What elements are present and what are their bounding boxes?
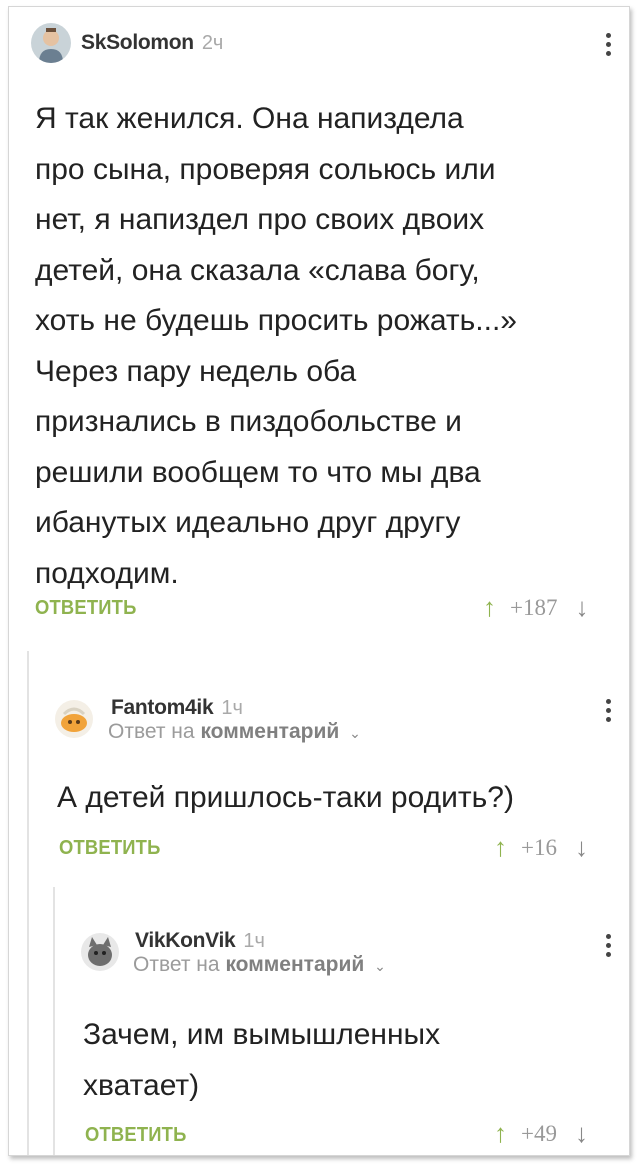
reply-button[interactable]: ОТВЕТИТЬ (35, 597, 137, 620)
more-options-icon[interactable] (605, 699, 611, 722)
chevron-down-icon[interactable]: ⌄ (349, 725, 361, 741)
thread-line[interactable] (53, 887, 55, 1155)
upvote-icon[interactable]: ↑ (483, 592, 496, 623)
rating: ↑ +16 ↓ (494, 832, 588, 863)
comments-panel: SkSolomon 2ч Я так женился. Она напиздел… (8, 6, 630, 1156)
score: +16 (521, 834, 557, 860)
avatar[interactable] (55, 700, 93, 738)
chevron-down-icon[interactable]: ⌄ (374, 958, 386, 974)
reply-to-target[interactable]: комментарий (200, 720, 339, 743)
avatar[interactable] (81, 933, 119, 971)
more-options-icon[interactable] (605, 33, 611, 56)
reply-to-target[interactable]: комментарий (225, 953, 364, 976)
timestamp: 2ч (201, 31, 224, 54)
reply-to-link[interactable]: Ответ на комментарий ⌄ (108, 720, 361, 744)
rating: ↑ +49 ↓ (494, 1118, 588, 1149)
upvote-icon[interactable]: ↑ (494, 832, 507, 863)
reply-button[interactable]: ОТВЕТИТЬ (85, 1124, 187, 1147)
reply-to-prefix: Ответ на (133, 953, 220, 976)
downvote-icon[interactable]: ↓ (575, 832, 588, 863)
score: +49 (521, 1120, 557, 1146)
comment-text: А детей пришлось-таки родить?) (57, 781, 514, 814)
comment-header: SkSolomon 2ч (31, 23, 223, 63)
username[interactable]: VikKonVik (135, 929, 236, 953)
cartoon-avatar-icon (55, 700, 93, 738)
reply-to-prefix: Ответ на (108, 720, 195, 743)
reply-button[interactable]: ОТВЕТИТЬ (59, 837, 161, 860)
username[interactable]: SkSolomon (81, 31, 194, 55)
thread-line[interactable] (27, 651, 29, 1155)
downvote-icon[interactable]: ↓ (575, 1118, 588, 1149)
cat-avatar-icon (81, 933, 119, 971)
avatar[interactable] (31, 23, 71, 63)
more-options-icon[interactable] (605, 934, 611, 957)
downvote-icon[interactable]: ↓ (575, 592, 588, 623)
rating: ↑ +187 ↓ (483, 592, 588, 623)
username[interactable]: Fantom4ik (111, 696, 214, 720)
timestamp: 1ч (243, 929, 265, 952)
timestamp: 1ч (221, 696, 243, 719)
reply-to-link[interactable]: Ответ на комментарий ⌄ (133, 953, 386, 977)
upvote-icon[interactable]: ↑ (494, 1118, 507, 1149)
comment-text: Зачем, им вымышленных хватает) (83, 1018, 441, 1102)
score: +187 (510, 594, 558, 620)
comment-text: Я так женился. Она напиздела про сына, п… (35, 102, 517, 590)
user-photo-avatar-icon (31, 23, 71, 63)
